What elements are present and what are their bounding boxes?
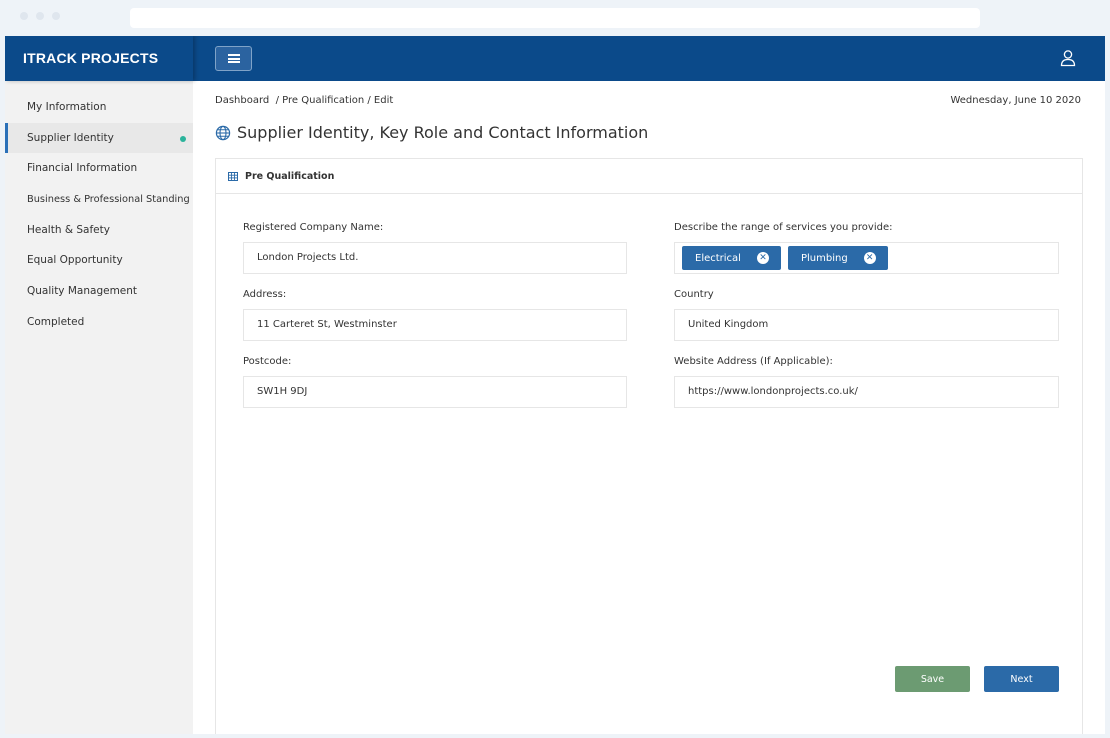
address-bar[interactable] bbox=[130, 8, 980, 28]
card-title: Pre Qualification bbox=[245, 170, 335, 182]
sidebar-item-label: Equal Opportunity bbox=[27, 254, 123, 267]
pre-qualification-card: Pre Qualification Registered Company Nam… bbox=[215, 158, 1083, 734]
brand-logo: ITRACK PROJECTS bbox=[5, 36, 193, 81]
save-button[interactable]: Save bbox=[895, 666, 970, 692]
window-dot[interactable] bbox=[20, 12, 28, 20]
website-label: Website Address (If Applicable): bbox=[674, 356, 833, 367]
next-button[interactable]: Next bbox=[984, 666, 1059, 692]
country-label: Country bbox=[674, 289, 714, 300]
breadcrumb[interactable]: Dashboard / Pre Qualification / Edit bbox=[215, 95, 393, 106]
browser-window: ITRACK PROJECTS My Information Supplier … bbox=[0, 0, 1110, 738]
card-header: Pre Qualification bbox=[216, 159, 1082, 194]
website-input[interactable]: https://www.londonprojects.co.uk/ bbox=[674, 376, 1059, 408]
page-title: Supplier Identity, Key Role and Contact … bbox=[215, 123, 648, 142]
services-tag-input[interactable]: Electrical ✕ Plumbing ✕ bbox=[674, 242, 1059, 274]
sidebar-nav: My Information Supplier Identity Financi… bbox=[5, 81, 193, 338]
country-field: Country United Kingdom bbox=[674, 289, 1059, 341]
sidebar-item-equal-opportunity[interactable]: Equal Opportunity bbox=[5, 245, 193, 276]
sidebar-item-quality-management[interactable]: Quality Management bbox=[5, 276, 193, 307]
services-label: Describe the range of services you provi… bbox=[674, 222, 893, 233]
sidebar-item-completed[interactable]: Completed bbox=[5, 307, 193, 338]
window-dot[interactable] bbox=[52, 12, 60, 20]
sidebar-item-label: Completed bbox=[27, 315, 85, 328]
hamburger-icon bbox=[227, 54, 240, 63]
sidebar: My Information Supplier Identity Financi… bbox=[5, 81, 193, 734]
top-navbar bbox=[193, 36, 1105, 81]
services-field: Describe the range of services you provi… bbox=[674, 222, 1059, 274]
postcode-field: Postcode: SW1H 9DJ bbox=[243, 356, 627, 408]
close-circle-icon[interactable]: ✕ bbox=[863, 252, 876, 264]
service-tag-plumbing: Plumbing ✕ bbox=[787, 246, 888, 270]
sidebar-item-health-safety[interactable]: Health & Safety bbox=[5, 215, 193, 246]
sidebar-item-my-information[interactable]: My Information bbox=[5, 92, 193, 123]
main-content: Dashboard / Pre Qualification / Edit Wed… bbox=[193, 81, 1105, 734]
website-field: Website Address (If Applicable): https:/… bbox=[674, 356, 1059, 408]
app-container: ITRACK PROJECTS My Information Supplier … bbox=[5, 36, 1105, 734]
address-label: Address: bbox=[243, 289, 287, 300]
sidebar-item-label: Health & Safety bbox=[27, 223, 110, 236]
address-field: Address: 11 Carteret St, Westminster bbox=[243, 289, 627, 341]
tag-label: Plumbing bbox=[800, 252, 848, 264]
sidebar-item-label: Financial Information bbox=[27, 162, 138, 175]
postcode-label: Postcode: bbox=[243, 356, 292, 367]
globe-icon bbox=[215, 125, 231, 140]
user-icon[interactable] bbox=[1059, 49, 1077, 67]
close-circle-icon[interactable]: ✕ bbox=[756, 252, 769, 264]
current-date: Wednesday, June 10 2020 bbox=[950, 95, 1081, 106]
table-icon bbox=[228, 171, 238, 181]
active-status-dot bbox=[180, 135, 186, 142]
company-name-field: Registered Company Name: London Projects… bbox=[243, 222, 627, 274]
company-name-input[interactable]: London Projects Ltd. bbox=[243, 242, 627, 274]
sidebar-item-financial-information[interactable]: Financial Information bbox=[5, 153, 193, 184]
service-tag-electrical: Electrical ✕ bbox=[682, 246, 781, 270]
menu-toggle-button[interactable] bbox=[215, 46, 252, 71]
sidebar-item-business-standing[interactable]: Business & Professional Standing bbox=[5, 184, 193, 215]
company-name-label: Registered Company Name: bbox=[243, 222, 384, 233]
country-input[interactable]: United Kingdom bbox=[674, 309, 1059, 341]
sidebar-item-label: Supplier Identity bbox=[27, 131, 114, 144]
sidebar-item-label: Business & Professional Standing bbox=[27, 194, 190, 206]
window-dot[interactable] bbox=[36, 12, 44, 20]
tag-label: Electrical bbox=[695, 252, 741, 264]
page-title-text: Supplier Identity, Key Role and Contact … bbox=[237, 123, 649, 142]
sidebar-item-supplier-identity[interactable]: Supplier Identity bbox=[5, 122, 193, 154]
address-input[interactable]: 11 Carteret St, Westminster bbox=[243, 309, 627, 341]
sidebar-item-label: Quality Management bbox=[27, 285, 138, 298]
window-controls bbox=[20, 12, 60, 20]
sidebar-item-label: My Information bbox=[27, 101, 107, 113]
postcode-input[interactable]: SW1H 9DJ bbox=[243, 376, 627, 408]
